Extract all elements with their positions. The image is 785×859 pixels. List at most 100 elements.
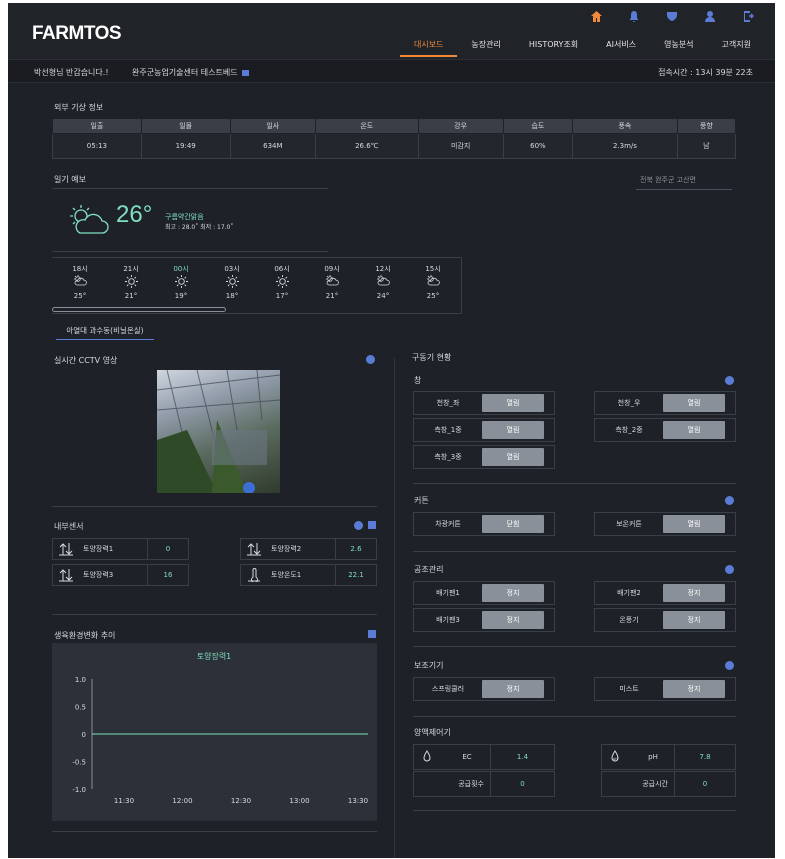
- control-button[interactable]: 열림: [663, 421, 725, 439]
- trend-chart: 토양장력1 1.0 0.5 0 -0.5 -1.0 11:30 12:00 12:30 13:0…: [52, 643, 377, 821]
- app-logo[interactable]: FARMTOS: [32, 23, 122, 45]
- sensor-name: 토양장력1: [83, 545, 114, 553]
- forecast-location[interactable]: 전북 완주군 고산면: [636, 175, 732, 190]
- main-nav: 대시보드 농장관리 HISTORY조회 AI서비스 영농분석 고객지원: [399, 37, 765, 57]
- greeting-text: 박선형님 반갑습니다.!: [34, 68, 109, 77]
- chart-view-icon[interactable]: [368, 630, 376, 638]
- control-row: 차광커튼 닫힘: [413, 512, 555, 536]
- hour-temp: 19°: [174, 292, 188, 300]
- hour-time: 09시: [324, 265, 340, 273]
- column-divider: [394, 358, 395, 858]
- ph-label: pH: [648, 753, 658, 761]
- count-value: 0: [490, 772, 554, 796]
- control-button[interactable]: 열림: [482, 394, 544, 412]
- sensor-row: 토양장력3 16: [52, 564, 189, 586]
- window-settings-icon[interactable]: [725, 376, 734, 385]
- sensor-name: 토양장력3: [83, 571, 114, 579]
- nutrient-ec-row: EC 1.4: [413, 744, 555, 770]
- nutrient-ph-row: pH pH 7.8: [601, 744, 736, 770]
- hour-item: 06시 17°: [262, 264, 302, 302]
- group-title-curtain: 커튼: [414, 496, 429, 505]
- curtain-settings-icon[interactable]: [725, 496, 734, 505]
- ph-drop-icon: pH: [602, 750, 628, 764]
- hour-item: 12시 24°: [363, 264, 403, 302]
- hour-temp: 17°: [275, 292, 289, 300]
- hour-time: 18시: [72, 265, 88, 273]
- soil-tension-icon: [241, 542, 267, 556]
- hour-time: 03시: [224, 265, 240, 273]
- weather-header: 습도: [502, 118, 574, 134]
- control-button[interactable]: 정지: [663, 680, 725, 698]
- control-name: 스프링쿨러: [431, 685, 465, 693]
- farm-selector[interactable]: 완주군농업기술센터 테스트베드: [132, 67, 249, 78]
- control-button[interactable]: 열림: [663, 515, 725, 533]
- control-name: 측창_1중: [434, 426, 462, 434]
- shield-icon[interactable]: [663, 8, 681, 24]
- control-button[interactable]: 닫힘: [482, 515, 544, 533]
- nutrient-count-row: 공급횟수 0: [413, 771, 555, 797]
- count-label: 공급횟수: [458, 780, 484, 788]
- forecast-title: 일기 예보: [54, 175, 86, 184]
- control-button[interactable]: 정지: [663, 584, 725, 602]
- nav-dashboard[interactable]: 대시보드: [399, 37, 458, 57]
- nav-farm-management[interactable]: 농장관리: [457, 37, 514, 57]
- sensor-row: 토양온도1 22.1: [240, 564, 377, 586]
- hour-temp: 25°: [73, 292, 87, 300]
- group-title-hvac: 공조관리: [414, 565, 444, 574]
- dashboard-frame: FARMTOS 대시보드 농장관리 HISTORY조회 AI서비스 영농분석 고…: [8, 3, 775, 858]
- user-icon[interactable]: [701, 8, 719, 24]
- svg-text:pH: pH: [613, 757, 618, 761]
- partly-cloudy-icon: [413, 275, 453, 288]
- control-button[interactable]: 정지: [663, 611, 725, 629]
- control-button[interactable]: 정지: [482, 680, 544, 698]
- bell-icon[interactable]: [625, 8, 643, 24]
- y-tick-label: 0.5: [75, 704, 86, 712]
- wind-speed-value: 2.3m/s: [572, 133, 678, 159]
- tab-greenhouse[interactable]: 아열대 과수동(비닐온실): [56, 323, 154, 340]
- hand-drop-icon: [414, 750, 440, 764]
- cctv-settings-icon[interactable]: [366, 355, 375, 364]
- grid-view-icon[interactable]: [368, 521, 376, 529]
- logout-icon[interactable]: [739, 8, 757, 24]
- cctv-video[interactable]: [156, 369, 281, 494]
- sunrise-value: 05:13: [52, 133, 142, 159]
- nav-ai-service[interactable]: AI서비스: [592, 37, 650, 57]
- control-button[interactable]: 열림: [482, 421, 544, 439]
- control-name: 천창_우: [617, 399, 641, 407]
- control-name: 미스트: [619, 685, 639, 693]
- control-row: 천창_좌 열림: [413, 391, 555, 415]
- control-button[interactable]: 정지: [482, 611, 544, 629]
- farm-name: 완주군농업기술센터 테스트베드: [132, 68, 238, 77]
- y-tick-label: 0: [82, 731, 86, 739]
- nav-history[interactable]: HISTORY조회: [515, 37, 592, 57]
- info-bar: 박선형님 반갑습니다.! 완주군농업기술센터 테스트베드 접속시간 : 13시 …: [8, 59, 775, 83]
- hour-temp: 18°: [225, 292, 239, 300]
- forecast-scrollbar[interactable]: [52, 307, 226, 312]
- weather-header: 온도: [315, 118, 419, 134]
- hvac-settings-icon[interactable]: [725, 565, 734, 574]
- humidity-value: 60%: [502, 133, 574, 159]
- current-minmax: 최고 : 28.0˚ 최저 : 17.0˚: [165, 224, 234, 231]
- home-icon[interactable]: [587, 8, 605, 24]
- auxiliary-settings-icon[interactable]: [725, 661, 734, 670]
- control-row: 미스트 정지: [594, 677, 736, 701]
- ph-value: 7.8: [674, 745, 735, 769]
- control-button[interactable]: 정지: [482, 584, 544, 602]
- weather-title: 외부 기상 정보: [54, 103, 104, 112]
- partly-cloudy-icon: [363, 275, 403, 288]
- control-button[interactable]: 열림: [482, 448, 544, 466]
- control-row: 보온커튼 열림: [594, 512, 736, 536]
- farm-switch-icon[interactable]: [241, 69, 249, 76]
- weather-table: 일출 일몰 일사 온도 강우 습도 풍속 풍향 05:13 19:49 634M…: [52, 118, 737, 159]
- control-button[interactable]: 열림: [663, 394, 725, 412]
- nav-support[interactable]: 고객지원: [708, 37, 765, 57]
- sunny-icon: [161, 275, 201, 288]
- thermometer-icon: [241, 568, 267, 582]
- soil-tension-icon: [53, 568, 79, 582]
- control-name: 온풍기: [619, 616, 639, 624]
- hour-time: 21시: [123, 265, 139, 273]
- nav-analysis[interactable]: 영농분석: [650, 37, 707, 57]
- control-name: 배기팬1: [436, 589, 460, 597]
- sensors-settings-icon[interactable]: [354, 521, 363, 530]
- control-row: 천창_우 열림: [594, 391, 736, 415]
